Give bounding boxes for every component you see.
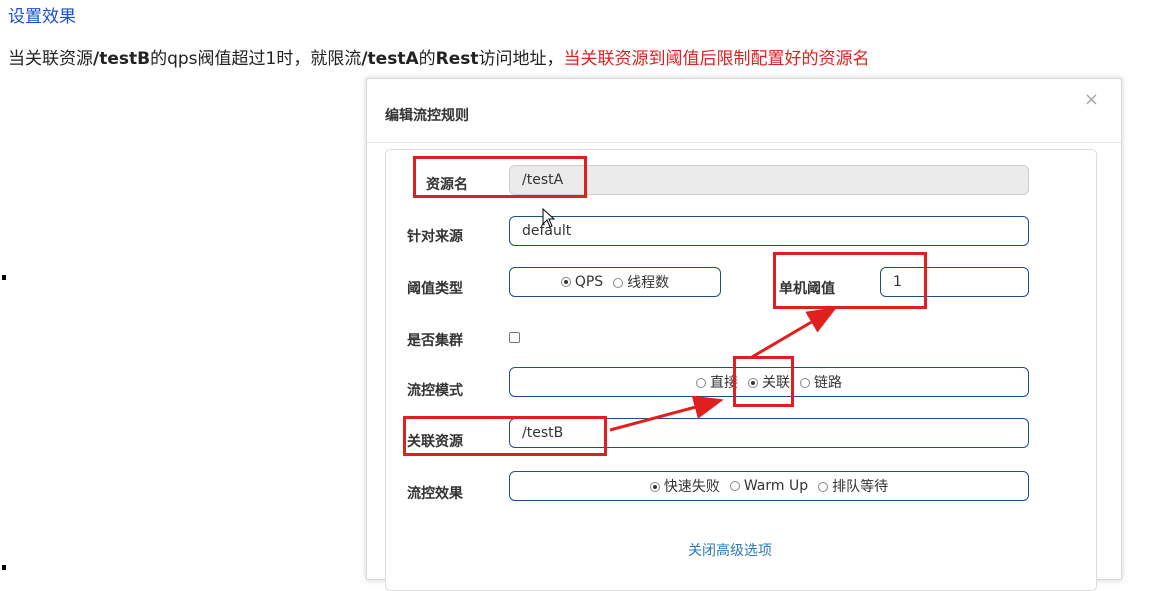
desc-part: 的qps阀值超过1时，就限流 (150, 49, 362, 69)
desc-part: 访问地址， (478, 49, 564, 69)
origin-label: 针对来源 (407, 229, 463, 245)
radio-icon (818, 482, 829, 492)
artifact-dot (2, 565, 6, 570)
desc-testb: /testB (93, 49, 151, 69)
divider (367, 142, 1121, 143)
mode-direct-radio[interactable]: 直接 (696, 372, 738, 392)
single-threshold-input[interactable]: 1 (880, 267, 1029, 297)
desc-part: 的 (418, 49, 436, 69)
desc-part: 当关联资源 (8, 49, 93, 69)
radio-icon (613, 278, 624, 288)
related-resource-input[interactable]: /testB (509, 418, 1029, 448)
section-heading: 设置效果 (8, 7, 76, 27)
effect-queue-radio[interactable]: 排队等待 (818, 476, 888, 496)
close-icon[interactable]: × (1084, 89, 1099, 110)
artifact-dot (2, 275, 6, 280)
threshold-thread-radio[interactable]: 线程数 (613, 272, 669, 292)
radio-icon (800, 378, 810, 388)
flow-effect-group: 快速失败 Warm Up 排队等待 (509, 471, 1029, 501)
mouse-cursor-icon (542, 208, 556, 228)
resource-name-input[interactable]: /testA (509, 165, 1029, 195)
close-advanced-link[interactable]: 关闭高级选项 (688, 540, 772, 560)
threshold-type-group: QPS 线程数 (509, 267, 721, 297)
origin-input[interactable]: default (509, 216, 1029, 246)
cluster-label: 是否集群 (407, 333, 463, 349)
radio-checked-icon (649, 482, 660, 492)
desc-red-note: 当关联资源到阈值后限制配置好的资源名 (563, 49, 870, 69)
flow-effect-label: 流控效果 (407, 486, 463, 502)
dialog-title: 编辑流控规则 (385, 108, 469, 124)
resource-label: 资源名 (426, 177, 468, 193)
effect-fail-fast-radio[interactable]: 快速失败 (649, 476, 720, 496)
desc-testa: /testA (361, 49, 419, 69)
radio-checked-icon (748, 378, 758, 388)
mode-related-radio[interactable]: 关联 (748, 372, 790, 392)
mode-chain-radio[interactable]: 链路 (800, 372, 842, 392)
description-text: 当关联资源/testB的qps阀值超过1时，就限流/testA的Rest访问地址… (8, 44, 870, 69)
single-threshold-label: 单机阈值 (779, 281, 835, 297)
radio-checked-icon (560, 277, 571, 287)
effect-warmup-radio[interactable]: Warm Up (729, 478, 808, 494)
flow-mode-group: 直接 关联 链路 (509, 367, 1029, 397)
flow-mode-label: 流控模式 (407, 383, 463, 399)
desc-rest: Rest (435, 49, 479, 69)
threshold-type-label: 阈值类型 (407, 281, 463, 297)
edit-flow-rule-dialog: 编辑流控规则 × (366, 78, 1122, 591)
radio-icon (729, 481, 740, 491)
threshold-qps-radio[interactable]: QPS (560, 274, 603, 290)
radio-icon (696, 378, 706, 388)
cluster-checkbox[interactable] (509, 332, 520, 343)
related-resource-label: 关联资源 (407, 434, 463, 450)
